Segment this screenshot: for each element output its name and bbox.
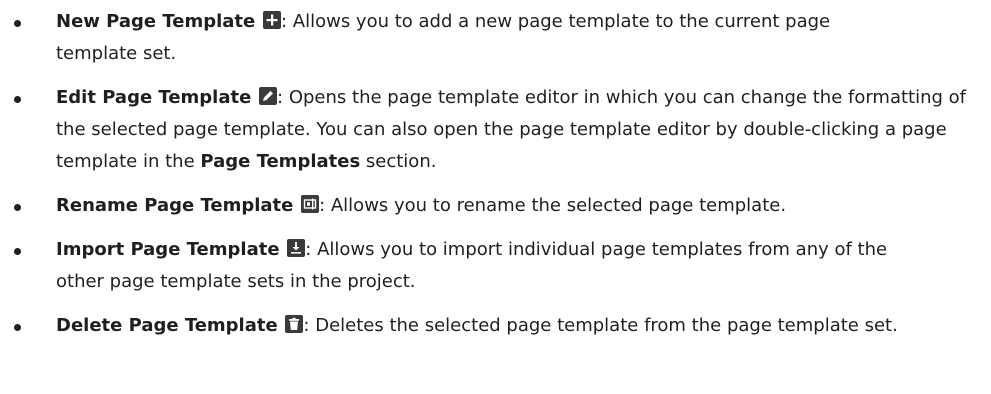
term-rename-page-template: Rename Page Template — [56, 195, 294, 216]
bullet — [14, 324, 21, 331]
import-icon — [287, 239, 306, 257]
term-edit-page-template: Edit Page Template — [56, 87, 252, 108]
page-template-actions-list: New Page Template : Allows you to add a … — [0, 0, 991, 342]
plus-icon — [262, 11, 281, 29]
bullet — [14, 204, 21, 211]
rename-icon — [301, 195, 320, 213]
term-delete-page-template: Delete Page Template — [56, 315, 278, 336]
list-item-rename-page-template: Rename Page Template : Allows you to ren… — [0, 190, 991, 222]
list-item-import-page-template: Import Page Template : Allows you to imp… — [0, 234, 916, 298]
page-templates-section-name: Page Templates — [200, 151, 361, 172]
trash-icon — [285, 315, 304, 333]
bullet — [14, 96, 21, 103]
term-import-page-template: Import Page Template — [56, 239, 280, 260]
description-rename-page-template: : Allows you to rename the selected page… — [319, 195, 787, 216]
list-item-new-page-template: New Page Template : Allows you to add a … — [0, 6, 916, 70]
list-item-delete-page-template: Delete Page Template : Deletes the selec… — [0, 310, 916, 342]
bullet — [14, 20, 21, 27]
bullet — [14, 248, 21, 255]
description-delete-page-template: : Deletes the selected page template fro… — [303, 315, 898, 336]
description-edit-page-template-part2: section. — [360, 151, 437, 172]
list-item-edit-page-template: Edit Page Template : Opens the page temp… — [0, 82, 991, 178]
term-new-page-template: New Page Template — [56, 11, 256, 32]
pencil-icon — [259, 87, 278, 105]
